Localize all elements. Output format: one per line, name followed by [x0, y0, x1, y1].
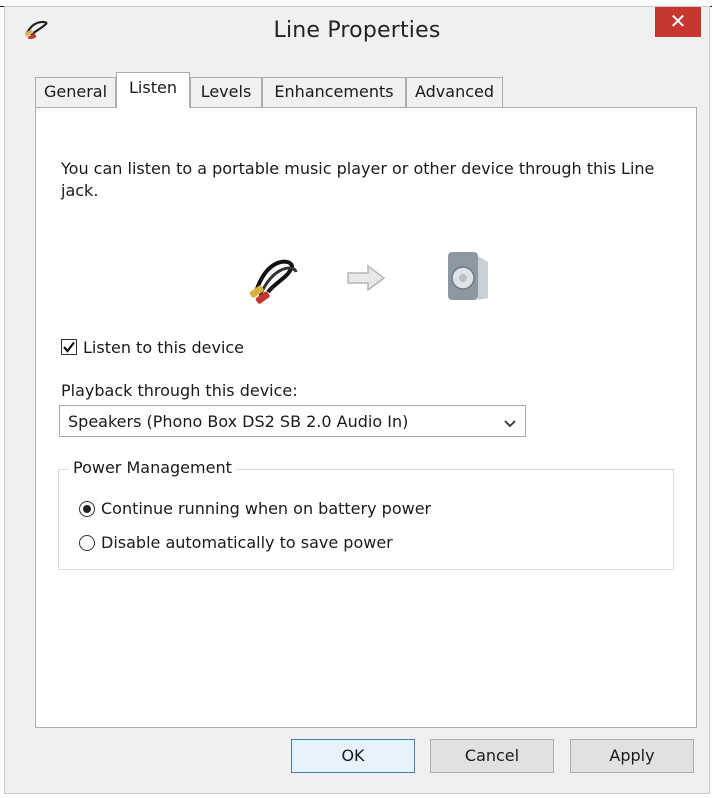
- radio-button-selected[interactable]: [79, 501, 95, 517]
- radio-label-continue[interactable]: Continue running when on battery power: [101, 499, 431, 518]
- apply-button[interactable]: Apply: [570, 739, 694, 773]
- ok-button[interactable]: OK: [291, 739, 415, 773]
- listen-description: You can listen to a portable music playe…: [61, 159, 655, 200]
- tab-general[interactable]: General: [35, 77, 116, 107]
- tab-enhancements[interactable]: Enhancements: [262, 77, 406, 107]
- playback-label: Playback through this device:: [61, 381, 298, 400]
- cancel-button[interactable]: Cancel: [430, 739, 554, 773]
- playback-device-select[interactable]: Speakers (Phono Box DS2 SB 2.0 Audio In): [59, 405, 526, 437]
- power-management-legend: Power Management: [69, 458, 236, 477]
- arrow-right-icon: [346, 264, 386, 296]
- radio-label-disable[interactable]: Disable automatically to save power: [101, 533, 393, 552]
- window-title: Line Properties: [273, 18, 441, 43]
- speaker-icon: [442, 246, 494, 310]
- radio-button-unselected[interactable]: [79, 535, 95, 551]
- tab-levels[interactable]: Levels: [190, 77, 262, 107]
- checkmark-icon: [63, 341, 75, 353]
- power-management-group: Power Management Continue running when o…: [58, 458, 674, 570]
- playback-device-value: Speakers (Phono Box DS2 SB 2.0 Audio In): [68, 412, 409, 431]
- line-in-cable-icon: [246, 252, 300, 308]
- title-bar[interactable]: Line Properties ✕: [5, 7, 709, 53]
- chevron-down-icon: [503, 415, 517, 428]
- tab-listen[interactable]: Listen: [116, 72, 190, 108]
- listen-checkbox-label[interactable]: Listen to this device: [83, 338, 244, 357]
- listen-checkbox[interactable]: [61, 339, 77, 355]
- dialog-window: Line Properties ✕ General Listen Levels …: [4, 6, 710, 794]
- listen-panel: You can listen to a portable music playe…: [35, 107, 697, 728]
- listen-illustration: [246, 246, 506, 310]
- close-button[interactable]: ✕: [655, 7, 701, 37]
- close-icon: ✕: [669, 9, 687, 33]
- tab-advanced[interactable]: Advanced: [406, 77, 503, 107]
